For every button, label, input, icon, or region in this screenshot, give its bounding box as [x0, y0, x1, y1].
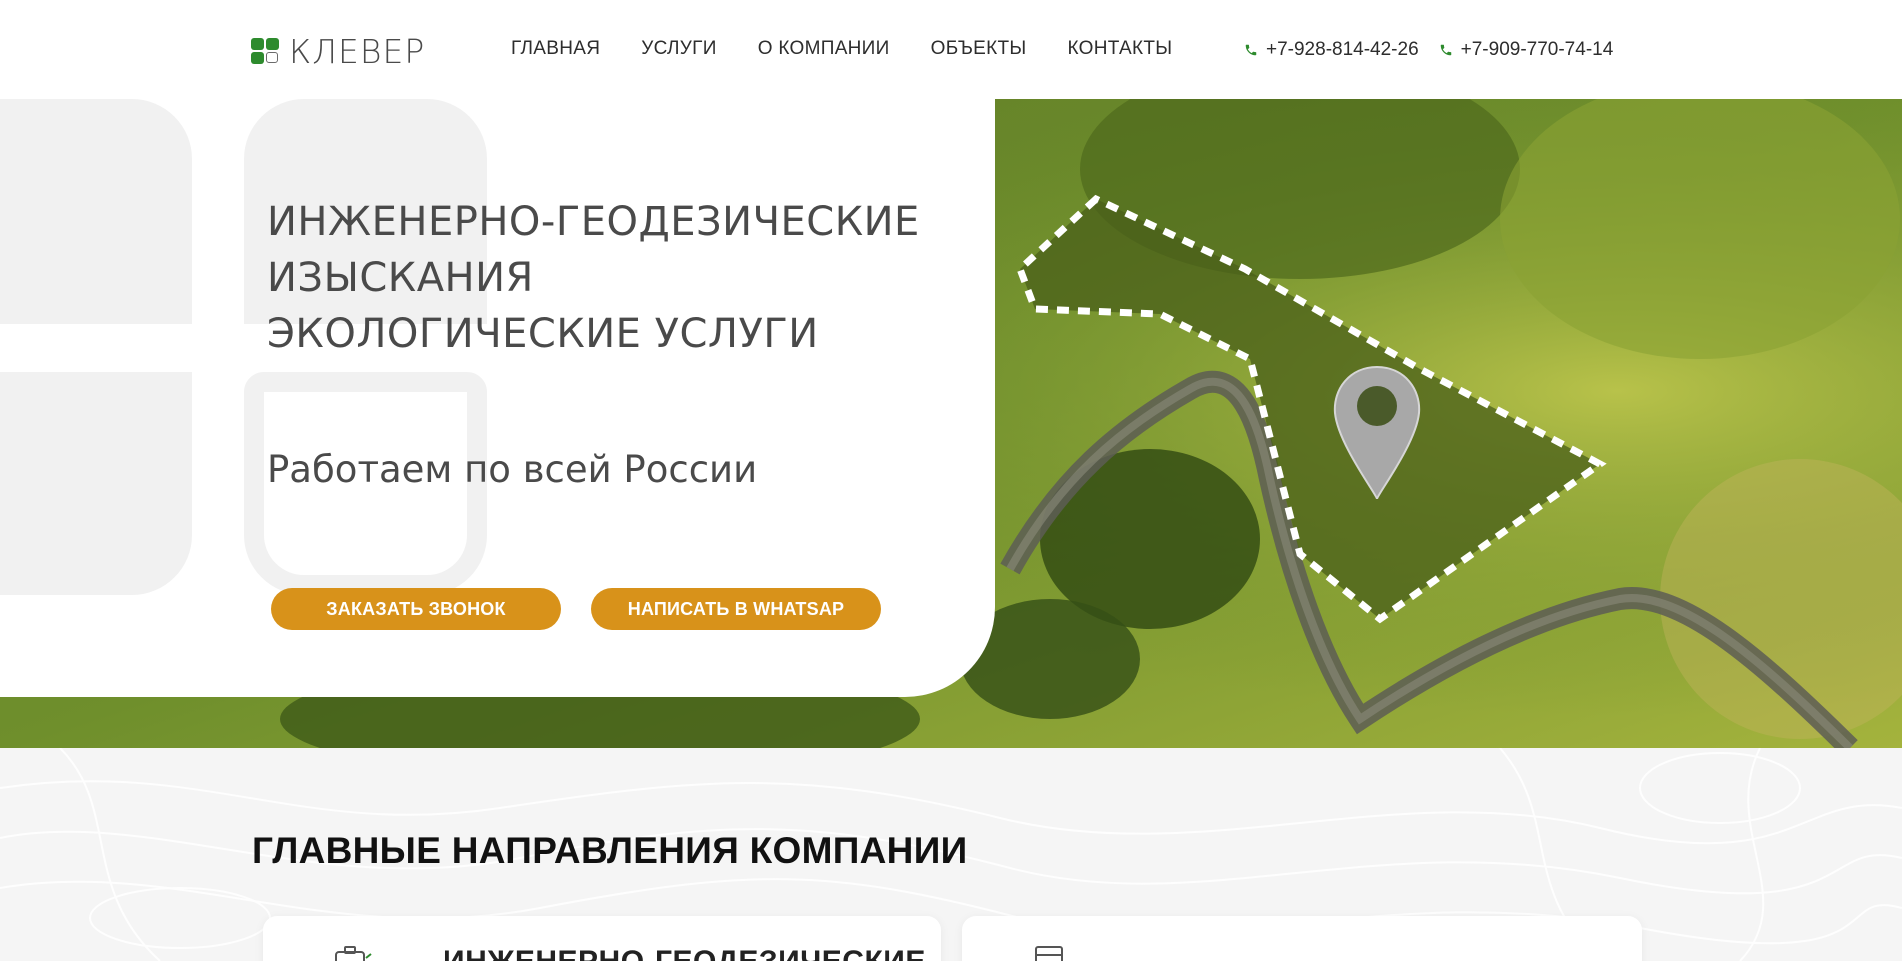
- nav-about[interactable]: О КОМПАНИИ: [758, 38, 890, 60]
- hero-title-line: ИНЖЕНЕРНО-ГЕОДЕЗИЧЕСКИЕ: [267, 199, 920, 245]
- direction-card[interactable]: [962, 916, 1642, 961]
- phone-icon: [1440, 44, 1451, 56]
- briefcase-icon: [335, 946, 372, 961]
- phone-link-1[interactable]: +7-928-814-42-26: [1244, 39, 1419, 61]
- clover-logo-icon: [251, 37, 281, 66]
- site-header: КЛЕВЕР ГЛАВНАЯ УСЛУГИ О КОМПАНИИ ОБЪЕКТЫ…: [0, 0, 1902, 99]
- nav-services[interactable]: УСЛУГИ: [641, 38, 716, 60]
- hero-title-line: ЭКОЛОГИЧЕСКИЕ УСЛУГИ: [267, 311, 819, 357]
- nav-home[interactable]: ГЛАВНАЯ: [511, 38, 600, 60]
- direction-card[interactable]: ИНЖЕНЕРНО-ГЕОДЕЗИЧЕСКИЕ: [263, 916, 941, 961]
- main-nav: ГЛАВНАЯ УСЛУГИ О КОМПАНИИ ОБЪЕКТЫ КОНТАК…: [511, 38, 1172, 60]
- direction-card-title: ИНЖЕНЕРНО-ГЕОДЕЗИЧЕСКИЕ: [443, 945, 926, 961]
- nav-contacts[interactable]: КОНТАКТЫ: [1068, 38, 1173, 60]
- phone-link-2[interactable]: +7-909-770-74-14: [1439, 39, 1614, 61]
- order-call-button[interactable]: ЗАКАЗАТЬ ЗВОНОК: [271, 588, 561, 630]
- hero-title-line: ИЗЫСКАНИЯ: [267, 255, 534, 301]
- phone-list: +7-928-814-42-26 +7-909-770-74-14: [1244, 39, 1613, 61]
- logo-text: КЛЕВЕР: [289, 32, 426, 71]
- phone-icon: [1245, 44, 1257, 56]
- section-title: ГЛАВНЫЕ НАПРАВЛЕНИЯ КОМПАНИИ: [252, 830, 968, 871]
- logo[interactable]: КЛЕВЕР: [251, 35, 425, 68]
- decorative-shape: [0, 372, 192, 595]
- whatsapp-button[interactable]: НАПИСАТЬ В WHATSAP: [591, 588, 881, 630]
- hero-subtitle: Работаем по всей России: [267, 448, 758, 491]
- document-icon: [1035, 946, 1063, 961]
- hero-card: ИНЖЕНЕРНО-ГЕОДЕЗИЧЕСКИЕ ИЗЫСКАНИЯ ЭКОЛОГ…: [0, 99, 995, 697]
- directions-section: ГЛАВНЫЕ НАПРАВЛЕНИЯ КОМПАНИИ ИНЖЕНЕРНО-Г…: [0, 748, 1902, 961]
- decorative-shape: [0, 99, 192, 324]
- phone-number: +7-928-814-42-26: [1266, 39, 1419, 60]
- nav-objects[interactable]: ОБЪЕКТЫ: [931, 38, 1027, 60]
- hero-title: ИНЖЕНЕРНО-ГЕОДЕЗИЧЕСКИЕ ИЗЫСКАНИЯ ЭКОЛОГ…: [267, 194, 920, 362]
- phone-number: +7-909-770-74-14: [1460, 39, 1614, 60]
